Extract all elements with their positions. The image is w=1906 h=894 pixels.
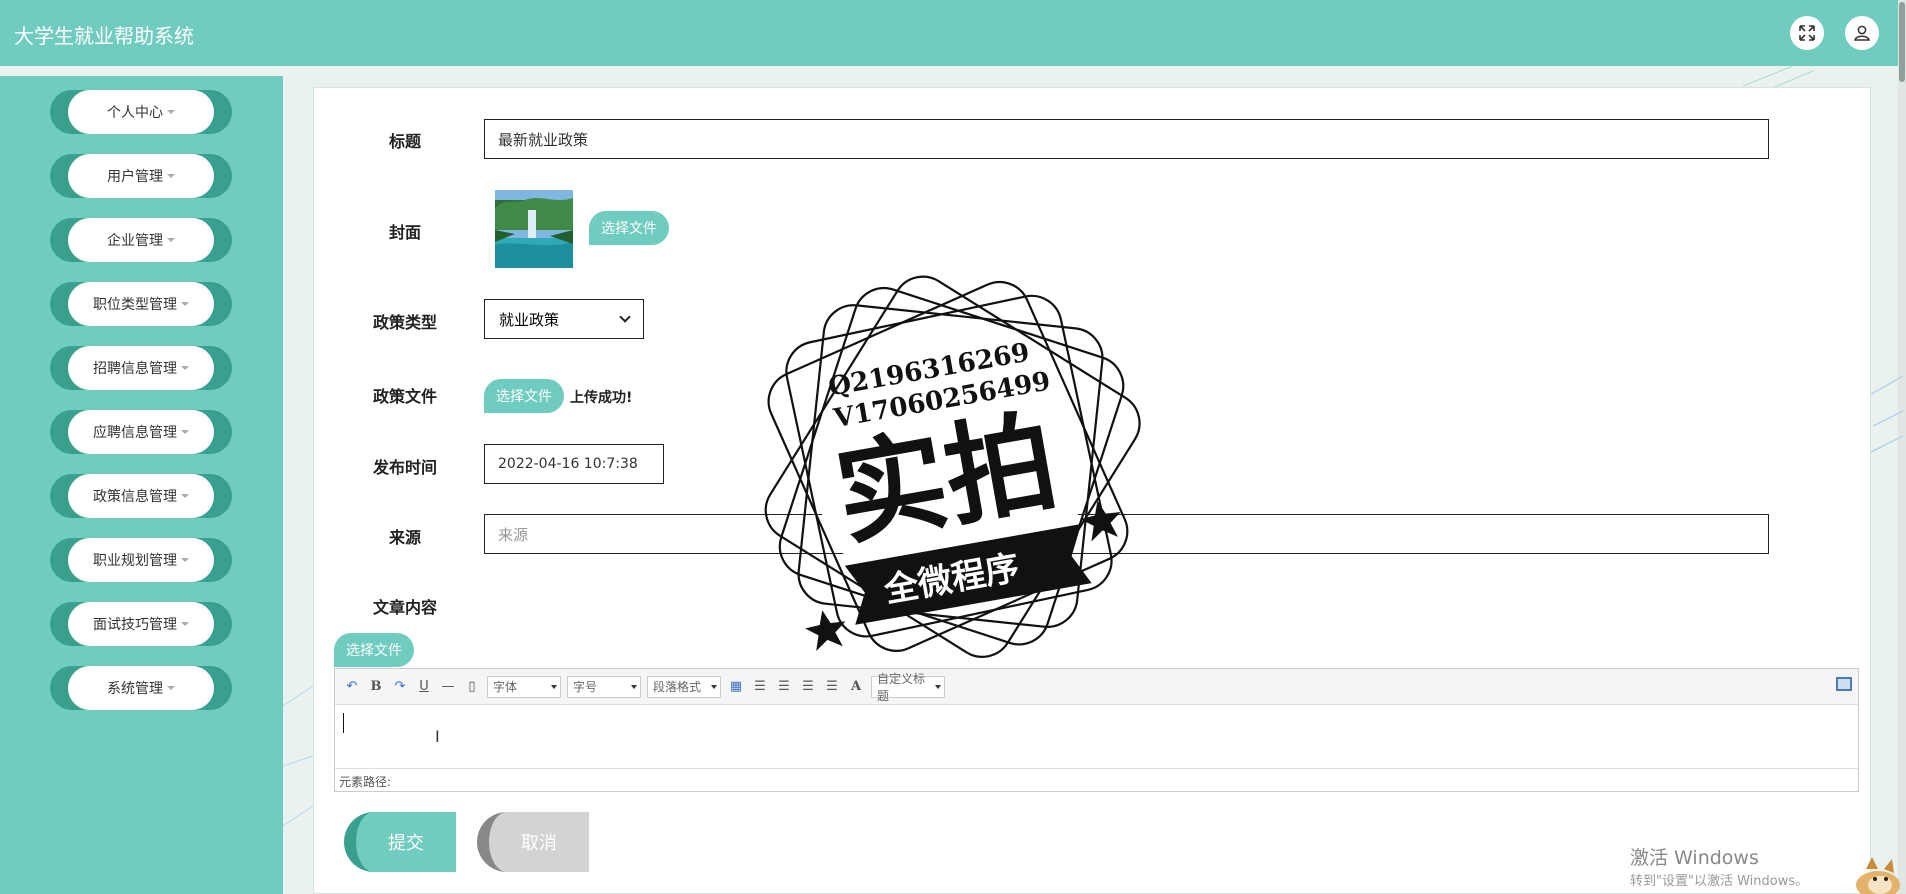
caret-down-icon	[167, 110, 175, 114]
policy-type-label: 政策类型	[372, 313, 437, 332]
policy-file-choose-button[interactable]: 选择文件	[484, 379, 564, 413]
font-color-icon[interactable]: A	[847, 678, 865, 696]
caret-down-icon	[181, 366, 189, 370]
sidebar-item-recruitment[interactable]: 招聘信息管理	[50, 346, 232, 390]
source-label: 来源	[388, 528, 421, 547]
sidebar-item-label: 政策信息管理	[93, 489, 177, 505]
policy-type-select[interactable]: 就业政策	[484, 299, 644, 339]
source-input[interactable]: 来源	[484, 514, 1769, 554]
caret-down-icon	[181, 622, 189, 626]
text-cursor	[343, 713, 344, 733]
sidebar-item-companies[interactable]: 企业管理	[50, 218, 232, 262]
align-left-icon[interactable]: ☰	[751, 678, 769, 696]
sidebar-item-job-types[interactable]: 职位类型管理	[50, 282, 232, 326]
sidebar-item-applications[interactable]: 应聘信息管理	[50, 410, 232, 454]
page-scrollbar[interactable]	[1898, 0, 1906, 894]
caret-down-icon	[167, 686, 175, 690]
font-family-dropdown[interactable]: 字体	[487, 675, 561, 698]
user-icon[interactable]	[1845, 16, 1879, 50]
windows-activation-subtitle: 转到"设置"以激活 Windows。	[1630, 874, 1809, 889]
ibeam-cursor-icon: I	[435, 727, 440, 746]
cover-label: 封面	[388, 223, 421, 242]
paragraph-format-dropdown[interactable]: 段落格式	[647, 675, 721, 698]
sidebar-item-interview-tips[interactable]: 面试技巧管理	[50, 602, 232, 646]
caret-down-icon	[167, 174, 175, 178]
sidebar-item-profile[interactable]: 个人中心	[50, 90, 232, 134]
fullscreen-editor-icon[interactable]	[1836, 677, 1852, 691]
underline-icon[interactable]: U	[415, 678, 433, 696]
align-justify-icon[interactable]: ☰	[823, 678, 841, 696]
cover-image	[495, 190, 573, 268]
top-bar: 大学生就业帮助系统	[0, 0, 1906, 66]
chevron-down-icon	[619, 311, 631, 323]
document-icon[interactable]: ▯	[463, 678, 481, 696]
content-label: 文章内容	[372, 598, 437, 617]
policy-type-value: 就业政策	[499, 310, 560, 329]
caret-down-icon	[181, 302, 189, 306]
dog-mascot-icon	[1856, 857, 1900, 894]
sidebar-item-label: 招聘信息管理	[93, 361, 177, 377]
windows-activation-title: 激活 Windows	[1630, 847, 1759, 869]
bold-icon[interactable]: B	[367, 678, 385, 696]
caret-down-icon	[167, 238, 175, 242]
align-center-icon[interactable]: ☰	[799, 678, 817, 696]
cancel-button[interactable]: 取消	[477, 812, 589, 872]
editor-toolbar: ↶ B ↷ U — ▯ 字体 字号 段落格式 ▦ ☰ ☰ ☰ ☰ A 自定义标题	[335, 669, 1858, 705]
sidebar-item-policies[interactable]: 政策信息管理	[50, 474, 232, 518]
title-input[interactable]: 最新就业政策	[484, 119, 1769, 159]
sidebar-item-label: 企业管理	[107, 233, 163, 249]
rich-text-editor: ↶ B ↷ U — ▯ 字体 字号 段落格式 ▦ ☰ ☰ ☰ ☰ A 自定义标题…	[334, 668, 1859, 792]
redo-icon[interactable]: ↷	[391, 678, 409, 696]
sidebar-item-system[interactable]: 系统管理	[50, 666, 232, 710]
cover-choose-file-button[interactable]: 选择文件	[589, 211, 669, 245]
sidebar-item-label: 个人中心	[107, 105, 163, 121]
fullscreen-icon[interactable]	[1790, 16, 1824, 50]
submit-button[interactable]: 提交	[344, 812, 456, 872]
sidebar-item-career-planning[interactable]: 职业规划管理	[50, 538, 232, 582]
sidebar-item-label: 用户管理	[107, 169, 163, 185]
publish-time-label: 发布时间	[372, 458, 437, 477]
app-title: 大学生就业帮助系统	[14, 24, 194, 48]
editor-content-area[interactable]: I	[335, 705, 1858, 768]
sidebar-item-label: 职业规划管理	[93, 553, 177, 569]
element-path: 元素路径:	[335, 768, 1858, 791]
sidebar-item-users[interactable]: 用户管理	[50, 154, 232, 198]
publish-time-input[interactable]: 2022-04-16 10:7:38	[484, 444, 664, 484]
font-size-dropdown[interactable]: 字号	[567, 675, 641, 698]
custom-title-dropdown[interactable]: 自定义标题	[871, 672, 945, 703]
policy-file-label: 政策文件	[372, 387, 437, 406]
table-icon[interactable]: ▦	[727, 678, 745, 696]
undo-icon[interactable]: ↶	[343, 678, 361, 696]
sidebar-item-label: 应聘信息管理	[93, 425, 177, 441]
caret-down-icon	[181, 430, 189, 434]
align-right-icon[interactable]: ☰	[775, 678, 793, 696]
content-choose-file-button[interactable]: 选择文件	[334, 633, 414, 667]
horizontal-rule-icon[interactable]: —	[439, 678, 457, 696]
caret-down-icon	[181, 558, 189, 562]
sidebar-item-label: 面试技巧管理	[93, 617, 177, 633]
sidebar-item-label: 职位类型管理	[93, 297, 177, 313]
sidebar-item-label: 系统管理	[107, 681, 163, 697]
title-label: 标题	[388, 132, 421, 151]
upload-status: 上传成功!	[570, 390, 633, 406]
caret-down-icon	[181, 494, 189, 498]
